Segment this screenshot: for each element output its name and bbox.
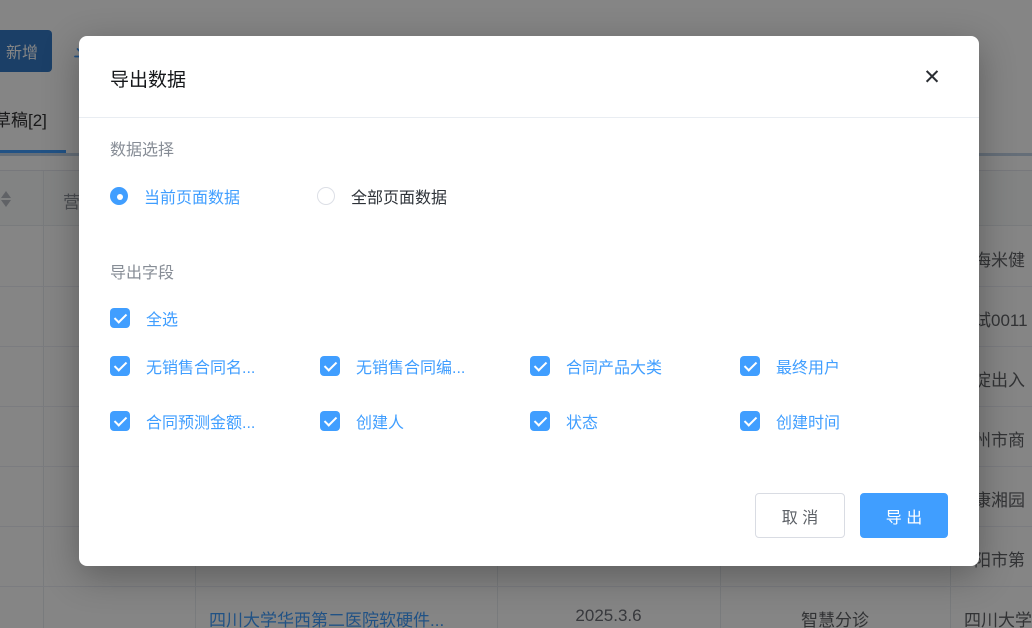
checkbox-checked-icon [110, 356, 130, 376]
checkbox-field[interactable]: 无销售合同编... [320, 354, 465, 378]
checkbox-label: 合同产品大类 [566, 360, 663, 377]
checkbox-label: 合同预测金额... [146, 415, 256, 432]
checkbox-checked-icon [530, 356, 550, 376]
checkbox-checked-icon [110, 411, 130, 431]
checkbox-checked-icon [530, 411, 550, 431]
export-button[interactable]: 导 出 [860, 493, 948, 538]
export-dialog: 导出数据 ✕ 数据选择 当前页面数据 全部页面数据 导出字段 全选 无销售合同名… [79, 36, 979, 566]
radio-all-pages[interactable]: 全部页面数据 [317, 184, 447, 208]
cancel-button[interactable]: 取 消 [755, 493, 845, 538]
checkbox-label: 状态 [566, 415, 599, 432]
checkbox-field[interactable]: 合同预测金额... [110, 409, 255, 433]
checkbox-label: 全选 [146, 312, 179, 329]
radio-label: 全部页面数据 [351, 190, 448, 207]
checkbox-label: 创建时间 [776, 415, 841, 432]
checkbox-label: 无销售合同名... [146, 360, 256, 377]
radio-current-page[interactable]: 当前页面数据 [110, 184, 240, 208]
checkbox-select-all[interactable]: 全选 [110, 306, 178, 330]
radio-label: 当前页面数据 [144, 190, 241, 207]
export-fields-label: 导出字段 [110, 265, 175, 282]
checkbox-field[interactable]: 状态 [530, 409, 598, 433]
checkbox-label: 最终用户 [776, 360, 841, 377]
data-select-label: 数据选择 [110, 142, 175, 159]
checkbox-checked-icon [320, 356, 340, 376]
dialog-header: 导出数据 ✕ [79, 36, 979, 118]
checkbox-field[interactable]: 创建时间 [740, 409, 840, 433]
checkbox-field[interactable]: 合同产品大类 [530, 354, 662, 378]
radio-selected-icon [110, 187, 128, 205]
checkbox-checked-icon [320, 411, 340, 431]
checkbox-checked-icon [740, 356, 760, 376]
checkbox-label: 创建人 [356, 415, 405, 432]
checkbox-checked-icon [740, 411, 760, 431]
screen: 新增 草稿[2] 营 海米健 试0011 淀出入 州市商 康湘园 阳市第 四川大… [0, 0, 1032, 628]
close-icon[interactable]: ✕ [918, 63, 946, 91]
radio-unselected-icon [317, 187, 335, 205]
checkbox-field[interactable]: 最终用户 [740, 354, 840, 378]
checkbox-checked-icon [110, 308, 130, 328]
checkbox-field[interactable]: 无销售合同名... [110, 354, 255, 378]
checkbox-field[interactable]: 创建人 [320, 409, 404, 433]
checkbox-label: 无销售合同编... [356, 360, 466, 377]
dialog-title: 导出数据 [110, 70, 187, 91]
